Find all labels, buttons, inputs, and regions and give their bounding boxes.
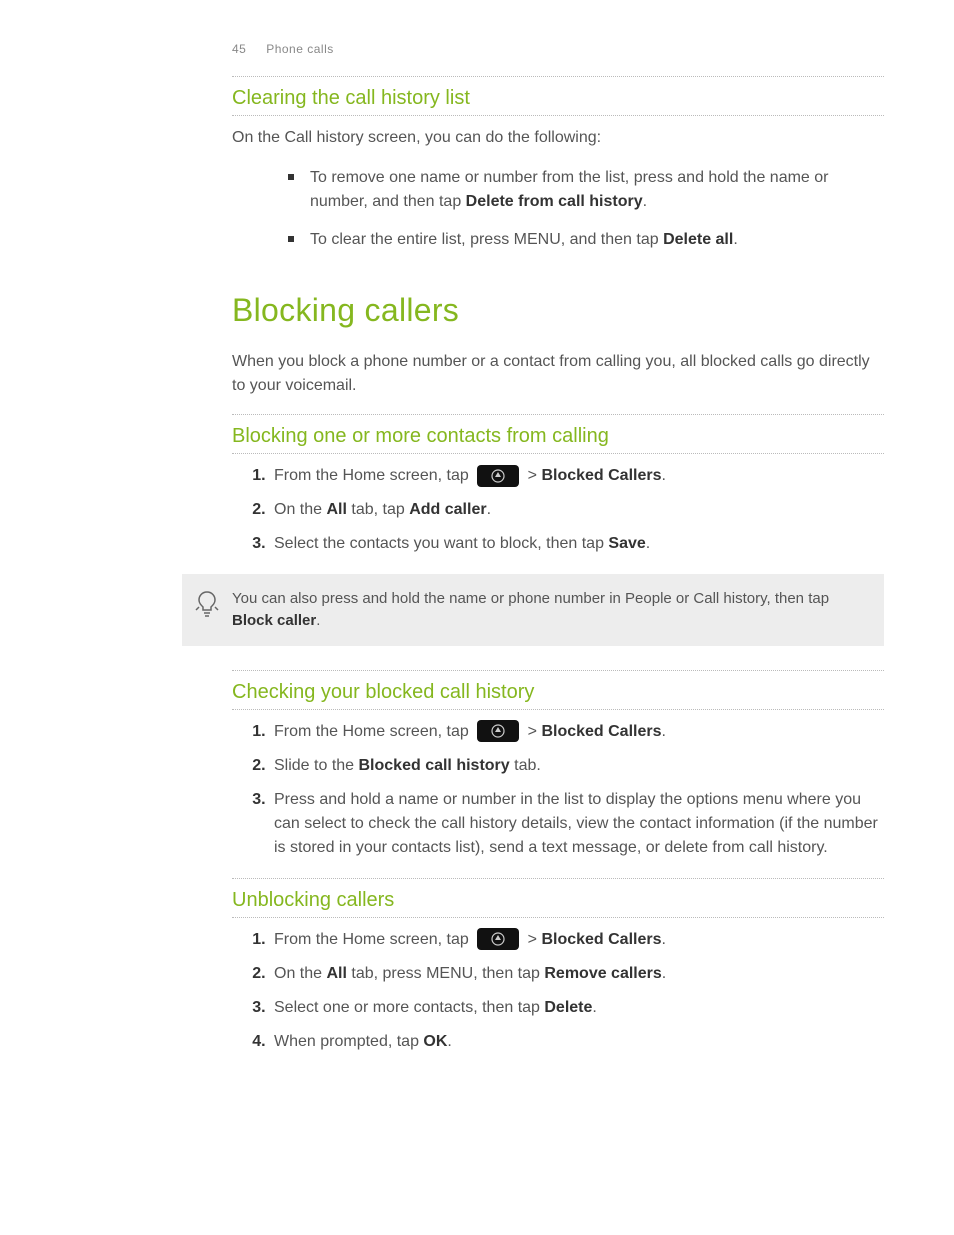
page-header: 45 Phone calls xyxy=(232,40,884,58)
subheading-clearing: Clearing the call history list xyxy=(232,85,884,111)
step-item: From the Home screen, tap > Blocked Call… xyxy=(270,464,884,488)
step-item: On the All tab, press MENU, then tap Rem… xyxy=(270,962,884,986)
divider xyxy=(232,878,884,879)
step-item: Slide to the Blocked call history tab. xyxy=(270,754,884,778)
tip-text: You can also press and hold the name or … xyxy=(232,588,866,632)
bullet-item: To remove one name or number from the li… xyxy=(282,166,884,214)
step-item: From the Home screen, tap > Blocked Call… xyxy=(270,928,884,952)
heading-blocking-callers: Blocking callers xyxy=(232,286,884,334)
divider xyxy=(232,115,884,116)
tip-box: You can also press and hold the name or … xyxy=(182,574,884,646)
step-item: Press and hold a name or number in the l… xyxy=(270,788,884,860)
subheading-blocking-contacts: Blocking one or more contacts from calli… xyxy=(232,423,884,449)
subheading-unblocking: Unblocking callers xyxy=(232,887,884,913)
tip-icon-wrap xyxy=(182,588,232,628)
step-item: Select the contacts you want to block, t… xyxy=(270,532,884,556)
clearing-intro: On the Call history screen, you can do t… xyxy=(232,126,884,150)
divider xyxy=(232,670,884,671)
apps-icon xyxy=(477,465,519,487)
divider xyxy=(232,76,884,77)
divider xyxy=(232,917,884,918)
divider xyxy=(232,709,884,710)
unblocking-steps: From the Home screen, tap > Blocked Call… xyxy=(250,928,884,1054)
section-name: Phone calls xyxy=(266,42,334,56)
blocking-steps: From the Home screen, tap > Blocked Call… xyxy=(250,464,884,556)
divider xyxy=(232,414,884,415)
content-column: 45 Phone calls Clearing the call history… xyxy=(232,40,884,1054)
step-item: Select one or more contacts, then tap De… xyxy=(270,996,884,1020)
subheading-checking: Checking your blocked call history xyxy=(232,679,884,705)
clearing-bullet-list: To remove one name or number from the li… xyxy=(282,166,884,252)
page-number: 45 xyxy=(232,42,246,56)
apps-icon xyxy=(477,720,519,742)
blocking-intro: When you block a phone number or a conta… xyxy=(232,350,884,398)
page: 45 Phone calls Clearing the call history… xyxy=(0,0,954,1235)
step-item: On the All tab, tap Add caller. xyxy=(270,498,884,522)
step-item: From the Home screen, tap > Blocked Call… xyxy=(270,720,884,744)
step-item: When prompted, tap OK. xyxy=(270,1030,884,1054)
divider xyxy=(232,453,884,454)
checking-steps: From the Home screen, tap > Blocked Call… xyxy=(250,720,884,860)
bullet-item: To clear the entire list, press MENU, an… xyxy=(282,228,884,252)
lightbulb-icon xyxy=(195,590,219,628)
apps-icon xyxy=(477,928,519,950)
